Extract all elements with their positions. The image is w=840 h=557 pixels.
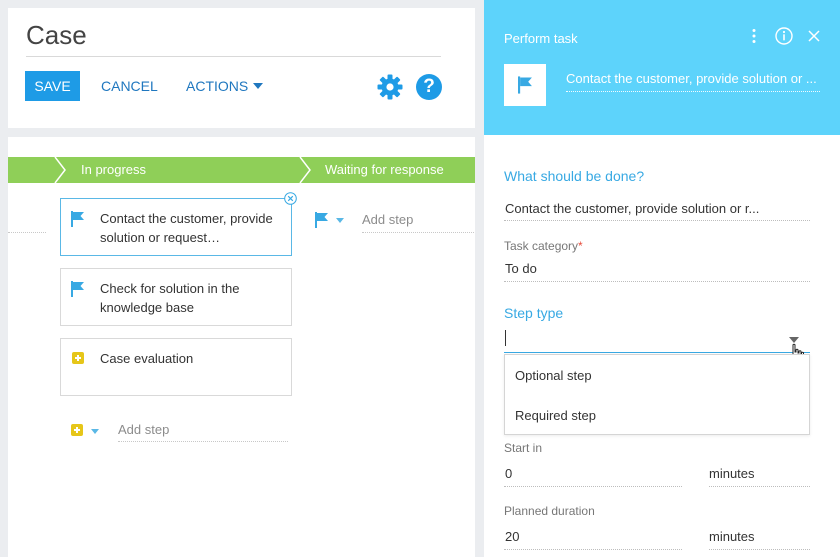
save-button[interactable]: SAVE	[25, 71, 80, 101]
planned-duration-field[interactable]: 20	[505, 529, 519, 544]
plus-icon	[72, 352, 84, 364]
flag-icon[interactable]	[315, 212, 329, 228]
task-category-label-text: Task category	[504, 239, 579, 253]
option-optional-step[interactable]: Optional step	[515, 368, 592, 383]
more-options-icon[interactable]	[751, 28, 757, 44]
flag-icon	[71, 211, 84, 227]
task-type-tile	[504, 64, 546, 106]
step-label: Check for solution in the knowledge base	[100, 281, 240, 315]
flag-icon	[71, 281, 84, 297]
field-underline	[709, 486, 810, 487]
step-type-input[interactable]	[504, 326, 810, 353]
step-label: Contact the customer, provide solution o…	[100, 211, 273, 245]
field-underline	[504, 486, 682, 487]
stage-in-progress[interactable]: In progress	[81, 157, 146, 183]
required-mark: *	[578, 239, 583, 253]
task-category-label: Task category*	[504, 239, 583, 253]
info-icon[interactable]	[775, 27, 793, 45]
step-type-section: Step type	[504, 305, 564, 321]
step-card-check-knowledge-base[interactable]: Check for solution in the knowledge base	[60, 268, 292, 326]
help-icon[interactable]: ?	[416, 74, 442, 100]
planned-duration-label: Planned duration	[504, 504, 595, 518]
field-underline	[504, 549, 682, 550]
panel-heading: Perform task	[504, 31, 578, 46]
field-underline	[504, 281, 810, 282]
what-should-be-done-field[interactable]: Contact the customer, provide solution o…	[505, 201, 795, 216]
stage-bar: In progress Waiting for response	[8, 157, 475, 183]
what-should-be-done-section: What should be done?	[504, 168, 645, 184]
add-step-underline	[118, 441, 288, 442]
page-title: Case	[26, 20, 87, 50]
field-underline	[504, 220, 810, 221]
cancel-button[interactable]: CANCEL	[101, 71, 158, 101]
start-in-unit-select[interactable]: minutes	[709, 466, 755, 481]
add-step-input[interactable]: Add step	[118, 422, 169, 437]
step-label: Case evaluation	[100, 351, 194, 366]
chevron-down-icon[interactable]	[91, 429, 99, 434]
step-card-case-evaluation[interactable]: Case evaluation	[60, 338, 292, 396]
option-required-step[interactable]: Required step	[515, 408, 596, 423]
actions-label: ACTIONS	[186, 78, 249, 94]
gear-icon[interactable]	[377, 74, 403, 100]
step-type-dropdown: Optional step Required step	[504, 354, 810, 435]
add-step-underline	[362, 232, 474, 233]
title-divider	[26, 56, 441, 57]
caret-down-icon	[253, 83, 264, 89]
chevron-down-icon[interactable]	[336, 218, 344, 223]
task-name-underline	[566, 91, 820, 92]
actions-menu-button[interactable]: ACTIONS	[186, 71, 264, 101]
stage-divider	[8, 232, 46, 233]
planned-duration-unit-select[interactable]: minutes	[709, 529, 755, 544]
close-icon[interactable]	[808, 30, 820, 42]
add-step-type-icon[interactable]	[71, 424, 83, 436]
task-name[interactable]: Contact the customer, provide solution o…	[566, 71, 820, 86]
start-in-label: Start in	[504, 441, 543, 455]
flag-icon	[518, 76, 532, 94]
stage-chevron-icon	[299, 157, 311, 183]
stage-chevron-icon	[54, 157, 66, 183]
field-underline	[709, 549, 810, 550]
step-card-contact-customer[interactable]: Contact the customer, provide solution o…	[60, 198, 292, 256]
text-cursor	[505, 330, 506, 346]
task-category-field[interactable]: To do	[505, 261, 537, 276]
add-step-input[interactable]: Add step	[362, 212, 413, 227]
start-in-field[interactable]: 0	[505, 466, 512, 481]
remove-step-icon[interactable]	[284, 192, 297, 205]
stage-waiting-for-response[interactable]: Waiting for response	[325, 157, 444, 183]
